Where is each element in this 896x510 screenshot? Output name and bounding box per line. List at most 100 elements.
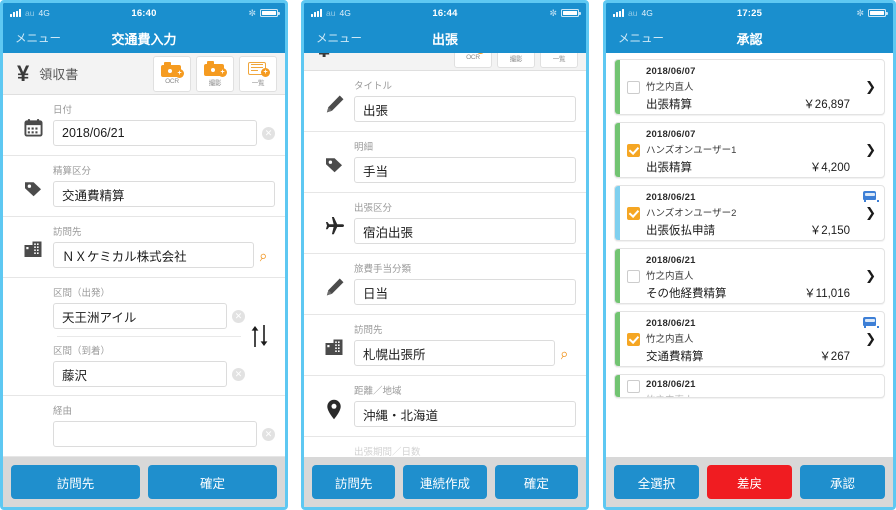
list-item[interactable]: 2018/06/07 ハンズオンユーザー1 出張精算 ￥4,200 ❯ <box>614 122 885 178</box>
camera-capture-icon: + <box>204 60 227 77</box>
checkbox-icon[interactable] <box>626 143 640 157</box>
list-item-checkbox[interactable] <box>620 60 646 114</box>
list-item-kind: 交通費精算 <box>646 351 704 363</box>
swap-vertical-icon[interactable] <box>245 285 275 387</box>
yen-icon: ¥ <box>17 60 30 86</box>
chevron-right-icon[interactable]: ❯ <box>865 205 876 221</box>
menu-button[interactable]: メニュー <box>316 30 362 46</box>
settlement-type-select[interactable]: 交通費精算 <box>53 181 275 207</box>
list-item[interactable]: 2018/06/21 竹之内直人 その他経費精算 ￥11,016 ❯ <box>614 248 885 304</box>
field-destination-row: 札幌出張所 ⌕ <box>354 340 576 366</box>
reject-button[interactable]: 差戻 <box>707 465 792 499</box>
capture-button[interactable]: + 撮影 <box>196 55 234 92</box>
clear-icon[interactable]: ✕ <box>262 427 275 441</box>
clock-label: 16:44 <box>432 7 458 19</box>
checkbox-icon[interactable] <box>626 80 640 94</box>
chevron-right-icon[interactable]: ❯ <box>865 268 876 284</box>
capture-button[interactable]: + 撮影 <box>497 53 535 68</box>
list-button-label: 一覧 <box>251 79 265 87</box>
pencil-icon <box>314 78 354 115</box>
list-item[interactable]: 2018/06/07 竹之内直人 出張精算 ￥26,897 ❯ <box>614 59 885 115</box>
field-settlement-type: 精算区分 交通費精算 <box>3 156 285 217</box>
list-item[interactable]: 2018/06/21 竹之内直人 <box>614 374 885 398</box>
destination-input[interactable]: ＮＸケミカル株式会社 <box>53 242 254 268</box>
list-item-bottom: その他経費精算 ￥11,016 <box>646 285 876 301</box>
list-item-content: 2018/06/07 竹之内直人 出張精算 ￥26,897 ❯ <box>646 60 884 114</box>
clock-label: 17:25 <box>736 7 763 19</box>
bus-icon <box>863 191 879 202</box>
list-item-bottom: 出張精算 ￥26,897 <box>646 96 876 112</box>
trip-type-select[interactable]: 宿泊出張 <box>354 218 576 244</box>
list-item-kind: 出張精算 <box>646 99 692 111</box>
search-icon[interactable]: ⌕ <box>559 344 577 363</box>
destination-input[interactable]: 札幌出張所 <box>354 340 555 366</box>
list-item-bottom: 出張精算 ￥4,200 <box>646 159 876 175</box>
checkbox-icon[interactable] <box>626 269 640 283</box>
date-input[interactable]: 2018/06/21 <box>53 120 257 146</box>
chevron-right-icon[interactable]: ❯ <box>865 79 876 95</box>
select-all-button[interactable]: 全選択 <box>614 465 699 499</box>
list-item-kind: 出張精算 <box>646 162 692 174</box>
detail-select[interactable]: 手当 <box>354 157 576 183</box>
field-distance-region-row: 沖縄・北海道 <box>354 401 576 427</box>
form-scroll: ¥ 領収書 + OCR + 撮影 + 一覧 日付 2018/06/21 ✕ 精算… <box>3 53 285 457</box>
list-item-amount: ￥4,200 <box>809 162 850 174</box>
building-icon <box>314 322 354 357</box>
field-destination-label: 訪問先 <box>53 227 82 238</box>
destination-button[interactable]: 訪問先 <box>312 465 396 499</box>
continuous-create-button[interactable]: 連続作成 <box>403 465 487 499</box>
list-item[interactable]: 2018/06/21 ハンズオンユーザー2 出張仮払申請 ￥2,150 ❯ <box>614 185 885 241</box>
route-main: 区間（出発） 天王洲アイル ✕ 区間（到着） 藤沢 ✕ <box>53 285 245 387</box>
list-item-checkbox[interactable] <box>620 186 646 240</box>
field-via-row: ✕ <box>53 421 275 447</box>
chevron-right-icon[interactable]: ❯ <box>865 331 876 347</box>
clear-icon[interactable]: ✕ <box>232 309 245 323</box>
field-distance-region-label: 距離／地域 <box>354 386 402 397</box>
confirm-button[interactable]: 確定 <box>494 465 578 499</box>
list-item-bottom: 交通費精算 ￥267 <box>646 348 876 364</box>
list-button[interactable]: + 一覧 <box>540 53 578 68</box>
list-item-checkbox[interactable] <box>620 312 646 366</box>
list-item-date: 2018/06/21 <box>646 192 696 203</box>
menu-button[interactable]: メニュー <box>15 30 61 46</box>
destination-button[interactable]: 訪問先 <box>11 465 140 499</box>
airplane-icon <box>314 200 354 236</box>
checkbox-icon[interactable] <box>626 206 640 220</box>
list-item-user: ハンズオンユーザー1 <box>646 145 737 156</box>
route-from-label: 区間（出発） <box>53 288 111 299</box>
ocr-button[interactable]: + OCR <box>153 55 191 92</box>
checkbox-icon[interactable] <box>626 379 640 393</box>
field-detail-row: 手当 <box>354 157 576 183</box>
list-item[interactable]: 2018/06/21 竹之内直人 交通費精算 ￥267 ❯ <box>614 311 885 367</box>
route-from-input[interactable]: 天王洲アイル <box>53 303 227 329</box>
clear-icon[interactable]: ✕ <box>262 126 275 140</box>
field-destination-label: 訪問先 <box>354 325 383 336</box>
title-input[interactable]: 出張 <box>354 96 576 122</box>
list-item-checkbox[interactable] <box>620 375 646 397</box>
field-distance-region-main: 距離／地域 沖縄・北海道 <box>354 383 576 427</box>
partial-icon-spacer <box>314 444 354 457</box>
list-button[interactable]: + 一覧 <box>239 55 277 92</box>
field-destination-main: 訪問先 ＮＸケミカル株式会社 ⌕ <box>53 224 275 268</box>
approve-button[interactable]: 承認 <box>800 465 885 499</box>
list-item-checkbox[interactable] <box>620 249 646 303</box>
clear-icon[interactable]: ✕ <box>232 367 245 381</box>
search-icon[interactable]: ⌕ <box>258 246 276 265</box>
via-input[interactable] <box>53 421 257 447</box>
allowance-class-select[interactable]: 日当 <box>354 279 576 305</box>
route-to-input[interactable]: 藤沢 <box>53 361 227 387</box>
receipt-action-group: + OCR + 撮影 + 一覧 <box>153 55 277 92</box>
tag-icon <box>314 139 354 175</box>
confirm-button[interactable]: 確定 <box>148 465 277 499</box>
list-item-checkbox[interactable] <box>620 123 646 177</box>
phone-approval: au 4G 17:25 ✼ メニュー 承認 2018/06/07 竹之内直人 出… <box>603 0 896 510</box>
checkbox-icon[interactable] <box>626 332 640 346</box>
distance-region-select[interactable]: 沖縄・北海道 <box>354 401 576 427</box>
field-trip-type-main: 出張区分 宿泊出張 <box>354 200 576 244</box>
field-allowance-class-label: 旅費手当分類 <box>354 264 412 275</box>
list-item-date: 2018/06/21 <box>646 318 696 329</box>
menu-button[interactable]: メニュー <box>618 30 664 46</box>
ocr-button[interactable]: + OCR <box>454 53 492 68</box>
chevron-right-icon[interactable]: ❯ <box>865 142 876 158</box>
field-destination-row: ＮＸケミカル株式会社 ⌕ <box>53 242 275 268</box>
